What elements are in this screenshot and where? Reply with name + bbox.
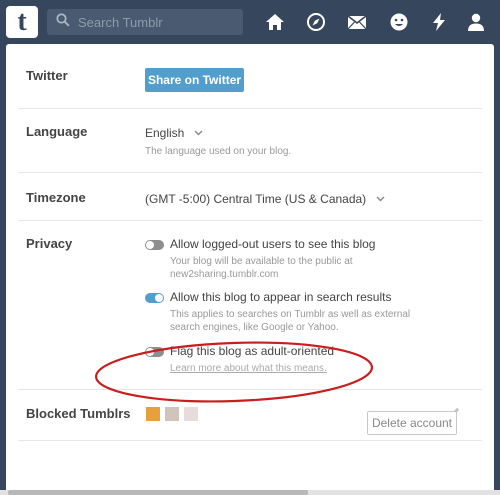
logged-out-visibility-toggle[interactable] — [145, 240, 164, 250]
divider — [18, 389, 482, 390]
chevron-down-icon — [376, 191, 385, 205]
compass-icon[interactable] — [305, 12, 327, 32]
logged-out-visibility-label[interactable]: Allow logged-out users to see this blog — [170, 237, 375, 251]
logged-out-visibility-hint: Your blog will be available to the publi… — [170, 256, 353, 280]
privacy-label: Privacy — [26, 236, 73, 251]
adult-flag-learn-more-link[interactable]: Learn more about what this means. — [170, 362, 327, 375]
language-hint: The language used on your blog. — [145, 146, 292, 157]
blocked-tumblrs-label: Blocked Tumblrs — [26, 406, 131, 421]
search-box[interactable] — [47, 9, 243, 35]
adult-flag-toggle[interactable] — [145, 347, 164, 357]
delete-account-button[interactable]: Delete account — [367, 411, 457, 435]
divider — [18, 108, 482, 109]
emoji-icon[interactable] — [388, 12, 410, 32]
divider — [18, 440, 482, 441]
mail-icon[interactable] — [346, 12, 368, 32]
share-on-twitter-button[interactable]: Share on Twitter — [145, 68, 244, 92]
chevron-down-icon — [194, 125, 203, 139]
adult-flag-label[interactable]: Flag this blog as adult-oriented — [170, 344, 334, 358]
timezone-value: (GMT -5:00) Central Time (US & Canada) — [145, 192, 367, 206]
blocked-blog-avatar[interactable] — [184, 407, 198, 421]
search-icon — [56, 12, 70, 32]
divider — [18, 172, 482, 173]
language-label: Language — [26, 124, 88, 139]
search-input[interactable] — [78, 14, 228, 30]
tumblr-logo[interactable]: t — [6, 6, 38, 38]
search-results-toggle[interactable] — [145, 293, 164, 303]
language-select[interactable]: English — [145, 125, 203, 140]
divider — [18, 220, 482, 221]
timezone-label: Timezone — [26, 190, 86, 205]
account-icon[interactable] — [465, 12, 487, 32]
scrollbar-thumb[interactable] — [8, 490, 308, 495]
timezone-select[interactable]: (GMT -5:00) Central Time (US & Canada) — [145, 191, 385, 206]
horizontal-scrollbar[interactable] — [0, 490, 500, 495]
search-results-hint: This applies to searches on Tumblr as we… — [170, 309, 411, 333]
search-results-label[interactable]: Allow this blog to appear in search resu… — [170, 290, 391, 304]
blocked-blog-avatar[interactable] — [146, 407, 160, 421]
blocked-blog-avatar[interactable] — [165, 407, 179, 421]
top-navigation-bar: t — [0, 0, 500, 44]
language-value: English — [145, 126, 185, 140]
home-icon[interactable] — [264, 12, 286, 32]
lightning-icon[interactable] — [428, 12, 450, 32]
twitter-label: Twitter — [26, 68, 68, 83]
